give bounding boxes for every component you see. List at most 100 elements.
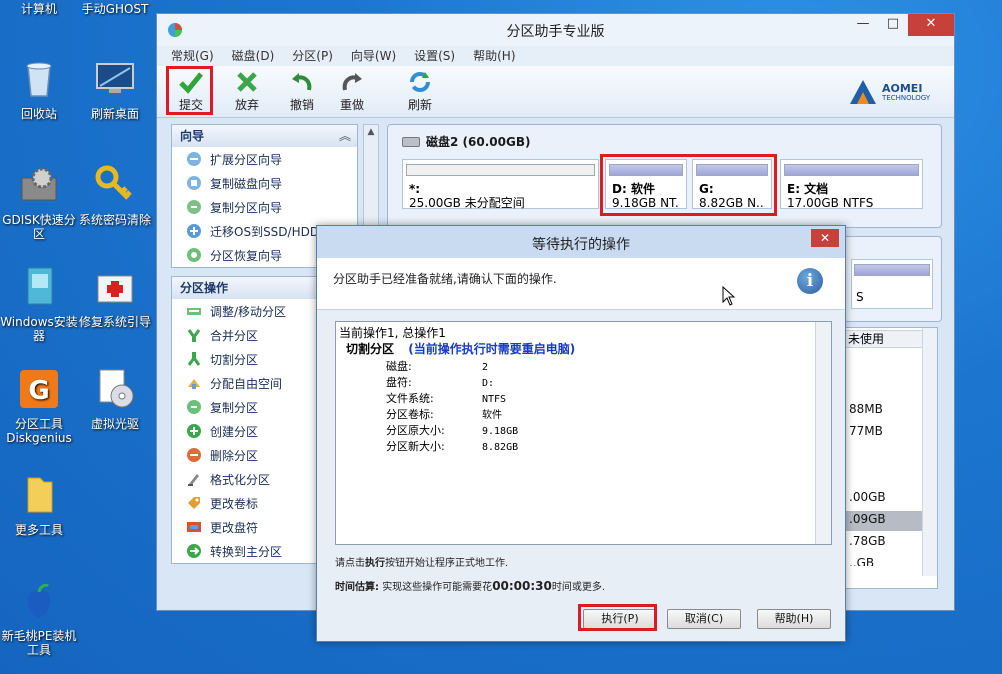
discard-button[interactable]: 放弃 [224,68,270,114]
aomei-logo: AOMEI TECHNOLOGY [848,78,938,108]
collapse-icon[interactable]: ︽ [339,125,351,147]
op-detail-row: 盘符: D: [386,376,495,389]
drive-letter-icon [187,522,201,532]
desktop-icon-boot-repair[interactable]: 修复系统引导 [76,266,154,329]
desktop-icon-label: 修复系统引导 [78,315,151,329]
partition-usage-bar [406,164,595,176]
desktop-icon-label: 系统密码清除 [78,213,151,227]
desktop-icon-label: 计算机 [20,2,57,16]
copy-icon [187,400,201,414]
redo-icon [342,73,362,91]
undo-button[interactable]: 撤销 [279,68,325,114]
cd-drive-icon [99,369,134,408]
operations-list[interactable]: 当前操作1, 总操作1 切割分区 (当前操作执行时需要重启电脑) 磁盘: 2 盘符… [335,321,832,545]
partition-unallocated[interactable]: *: 25.00GB 未分配空间 [402,159,599,210]
recycle-bin-icon [26,62,52,97]
op-detail-row: 文件系统: NTFS [386,392,507,405]
allocate-icon [188,379,200,389]
list-scrollbar[interactable] [922,328,937,576]
folder-icon [27,477,53,513]
menu-disk[interactable]: 磁盘(D) [232,46,275,66]
dialog-titlebar[interactable]: 等待执行的操作 ✕ [317,226,845,258]
desktop-icon-diskgenius[interactable]: G 分区工具Diskgenius [0,368,78,445]
cancel-button[interactable]: 取消(C) [667,609,741,629]
op-detail-row: 分区原大小: 9.18GB [386,424,519,437]
delete-icon [187,448,201,462]
menu-partition[interactable]: 分区(P) [292,46,333,66]
undo-icon [292,73,312,91]
peach-logo-icon [27,583,51,618]
partition-list: 未使用 88MB 77MB .00GB .09GB .78GB ..GB [842,327,938,589]
migrate-os-icon [187,224,201,238]
desktop-icon-virtual-drive[interactable]: 虚拟光驱 [76,368,154,431]
menu-general[interactable]: 常规(G) [171,46,214,66]
desktop-icon-refresh[interactable]: 刷新桌面 [76,58,154,121]
desktop-icon-gdisk[interactable]: GDISK快速分区 [0,164,78,241]
column-header-unused[interactable]: 未使用 [843,330,923,348]
desktop-icon-label: 虚拟光驱 [90,417,139,431]
close-button[interactable]: ✕ [908,14,954,36]
desktop-icon-label: 新毛桃PE装机工具 [1,629,77,657]
desktop-icon-pe-installer[interactable]: 新毛桃PE装机工具 [0,580,78,657]
scroll-up-icon[interactable]: ▲ [364,125,378,141]
mouse-cursor-icon [722,286,736,306]
svg-text:G: G [28,376,49,406]
menu-help[interactable]: 帮助(H) [473,46,515,66]
dialog-header: 分区助手已经准备就绪,请确认下面的操作. i [317,258,845,310]
copy-disk-icon [187,176,201,190]
info-icon: i [797,268,823,294]
help-button[interactable]: 帮助(H) [757,609,831,629]
list-cell: .78GB [849,534,886,548]
desktop-icon-label: 更多工具 [14,523,63,537]
list-cell: .09GB [849,512,886,526]
refresh-button[interactable]: 刷新 [397,68,443,114]
desktop-icon-more-tools[interactable]: 更多工具 [0,474,78,537]
discard-x-icon [237,72,257,92]
gear-disk-icon [21,167,57,201]
desktop-icon-password[interactable]: 系统密码清除 [76,164,154,227]
disk-icon [402,136,420,147]
desktop-icon-recycle-bin[interactable]: 回收站 [0,58,78,121]
extend-wizard-icon [187,152,201,166]
desktop-icon-windows-installer[interactable]: Windows安装器 [0,266,78,343]
op-detail-row: 分区卷标: 软件 [386,408,502,421]
dialog-close-button[interactable]: ✕ [811,229,839,247]
desktop-icon-ghost[interactable]: 手动GHOST [76,0,154,16]
split-icon [187,352,201,366]
minimize-button[interactable]: — [848,14,878,36]
op-title: 切割分区 (当前操作执行时需要重启电脑) [346,342,576,356]
redo-button[interactable]: 重做 [329,68,375,114]
window-titlebar[interactable]: 分区助手专业版 — □ ✕ [157,14,954,46]
operations-scrollbar[interactable] [815,322,831,544]
label-icon [188,497,200,509]
desktop-icon-computer[interactable]: 计算机 [0,0,78,16]
toolbar: 提交 放弃 撤销 重做 刷新 AOMEI TECHNOLOGY [157,66,954,118]
first-aid-kit-icon [97,275,133,303]
key-icon [95,165,132,200]
create-icon [187,424,201,438]
desktop-icon-label: 分区工具Diskgenius [6,417,72,445]
op-header: 当前操作1, 总操作1 [339,326,446,340]
format-icon [188,474,199,486]
diskgenius-icon: G [20,370,58,408]
list-cell: 88MB [849,402,883,416]
window-title: 分区助手专业版 [506,24,605,40]
menu-wizard[interactable]: 向导(W) [351,46,396,66]
wizard-item-copy-disk[interactable]: 复制磁盘向导 [172,171,357,195]
execute-highlight [578,604,657,631]
desktop-icon-label: GDISK快速分区 [2,213,76,241]
wizard-item-extend[interactable]: 扩展分区向导 [172,147,357,171]
second-disk-fragment: S [842,236,942,322]
partitions-highlight [600,154,777,216]
partition-e[interactable]: E: 文档 17.00GB NTFS [780,159,923,210]
wizard-panel-header[interactable]: 向导 ︽ [172,125,357,147]
desktop-icon-label: Windows安装器 [0,315,78,343]
menu-settings[interactable]: 设置(S) [414,46,455,66]
maximize-button[interactable]: □ [878,14,908,36]
pending-operations-dialog: 等待执行的操作 ✕ 分区助手已经准备就绪,请确认下面的操作. i 当前操作1, … [316,225,846,642]
wizard-item-copy-partition[interactable]: 复制分区向导 [172,195,357,219]
desktop-icon-label: 回收站 [20,107,57,121]
dialog-title: 等待执行的操作 [532,237,630,253]
dialog-message: 分区助手已经准备就绪,请确认下面的操作. [333,272,557,286]
disk-title[interactable]: 磁盘2 (60.00GB) [402,133,530,150]
